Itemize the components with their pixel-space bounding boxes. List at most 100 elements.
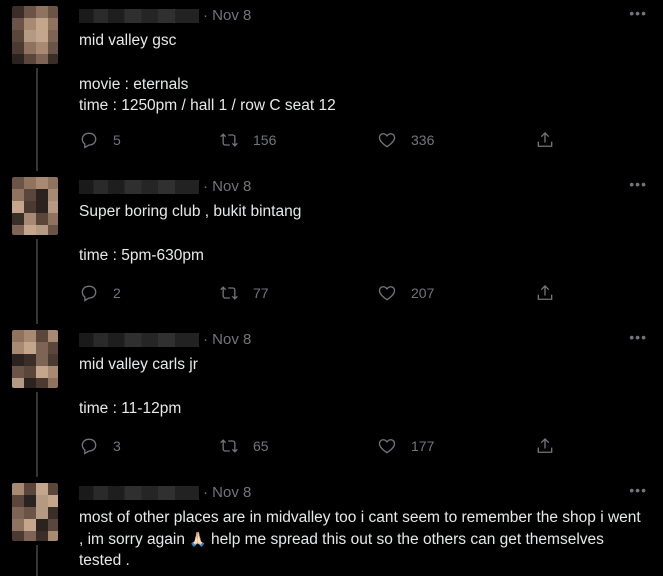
avatar[interactable] [12, 6, 58, 64]
avatar-pixel [24, 201, 36, 213]
avatar-pixel [36, 201, 48, 213]
tweet-line: mid valley gsc [79, 32, 177, 49]
avatar-pixel [24, 507, 36, 519]
avatar-pixel [24, 213, 36, 225]
avatar-pixel [48, 6, 58, 18]
avatar[interactable] [12, 330, 58, 388]
tweet-header: · Nov 8 [79, 7, 251, 25]
avatar-pixel [36, 519, 48, 531]
tweet[interactable]: · Nov 8 ••• mid valley gsc movie : etern… [0, 0, 663, 171]
reply-button[interactable]: 5 [79, 130, 121, 150]
reply-count: 2 [113, 285, 121, 301]
avatar-pixel [12, 519, 24, 531]
tweet[interactable]: · Nov 8 ••• mid valley carls jr time : 1… [0, 324, 663, 477]
tweet-date[interactable]: · Nov 8 [203, 178, 251, 196]
more-options-icon[interactable]: ••• [629, 483, 647, 497]
tweet-header: · Nov 8 [79, 484, 251, 502]
blurred-username[interactable] [79, 486, 199, 500]
avatar-pixel [12, 42, 24, 54]
avatar-pixel [24, 189, 36, 201]
tweet-paragraph: most of other places are in midvalley to… [79, 507, 649, 572]
tweet-date[interactable]: · Nov 8 [203, 7, 251, 25]
more-options-icon[interactable]: ••• [629, 6, 647, 20]
tweet-actions: 3 65 177 [79, 436, 553, 460]
avatar-pixel [36, 354, 48, 366]
share-button[interactable] [535, 283, 569, 303]
tweet-line: movie : eternals [79, 75, 189, 93]
avatar-pixel [48, 378, 58, 388]
avatar-pixel [36, 213, 48, 225]
tweet-line: time : 1250pm / hall 1 / row C seat 12 [79, 97, 336, 114]
avatar-pixel [48, 213, 58, 225]
praying-hands-emoji: 🙏🏻 [189, 530, 207, 547]
tweet[interactable]: · Nov 8 ••• most of other places are in … [0, 477, 663, 576]
avatar-pixel [36, 177, 48, 189]
avatar-pixel [36, 531, 48, 541]
avatar-pixel [36, 6, 48, 18]
avatar-pixel [12, 54, 24, 64]
avatar-pixel [12, 189, 24, 201]
avatar-pixel [24, 30, 36, 42]
more-options-icon[interactable]: ••• [629, 330, 647, 344]
avatar-pixel [12, 531, 24, 541]
thread-line [36, 68, 38, 171]
reply-count: 5 [113, 132, 121, 148]
like-count: 177 [411, 438, 435, 454]
avatar-pixel [12, 366, 24, 378]
retweet-button[interactable]: 65 [219, 436, 269, 456]
share-icon [537, 284, 553, 300]
avatar-pixel [48, 342, 58, 354]
avatar-pixel [12, 483, 24, 495]
tweet-date[interactable]: · Nov 8 [203, 331, 251, 349]
avatar-pixel [48, 531, 58, 541]
tweet-line: time : 5pm-630pm [79, 246, 204, 264]
reply-button[interactable]: 2 [79, 283, 121, 303]
avatar[interactable] [12, 483, 58, 541]
avatar-pixel [48, 177, 58, 189]
retweet-button[interactable]: 77 [219, 283, 269, 303]
avatar-pixel [36, 189, 48, 201]
reply-count: 3 [113, 438, 121, 454]
like-button[interactable]: 207 [377, 283, 434, 303]
avatar-pixel [36, 225, 48, 235]
avatar-pixel [48, 495, 58, 507]
avatar-pixel [12, 330, 24, 342]
avatar-pixel [36, 30, 48, 42]
tweet[interactable]: · Nov 8 ••• Super boring club , bukit bi… [0, 171, 663, 324]
share-button[interactable] [535, 436, 569, 456]
avatar-pixel [36, 54, 48, 64]
blurred-username[interactable] [79, 9, 199, 23]
avatar-pixel [12, 201, 24, 213]
avatar-pixel [12, 225, 24, 235]
avatar-pixel [36, 330, 48, 342]
avatar-pixel [48, 483, 58, 495]
avatar-pixel [12, 507, 24, 519]
reply-button[interactable]: 3 [79, 436, 121, 456]
avatar-pixel [48, 18, 58, 30]
share-button[interactable] [535, 130, 569, 150]
blurred-username[interactable] [79, 180, 199, 194]
more-options-icon[interactable]: ••• [629, 177, 647, 191]
tweet-date[interactable]: · Nov 8 [203, 484, 251, 502]
thread-line [36, 239, 38, 324]
avatar-pixel [48, 366, 58, 378]
like-button[interactable]: 336 [377, 130, 434, 150]
retweet-icon [220, 133, 238, 147]
tweet-text: mid valley gsc movie : eternals time : 1… [79, 30, 649, 117]
blurred-username[interactable] [79, 333, 199, 347]
avatar-pixel [24, 519, 36, 531]
avatar[interactable] [12, 177, 58, 235]
tweet-actions: 5 156 336 [79, 130, 553, 154]
retweet-button[interactable]: 156 [219, 130, 276, 150]
avatar-pixel [48, 519, 58, 531]
like-button[interactable]: 177 [377, 436, 434, 456]
like-icon [378, 439, 396, 454]
tweet-text: most of other places are in midvalley to… [79, 507, 649, 572]
tweet-header: · Nov 8 [79, 331, 251, 349]
avatar-pixel [48, 225, 58, 235]
avatar-pixel [24, 6, 36, 18]
thread-line [36, 392, 38, 477]
retweet-icon [220, 286, 238, 300]
thread-line [36, 545, 38, 576]
